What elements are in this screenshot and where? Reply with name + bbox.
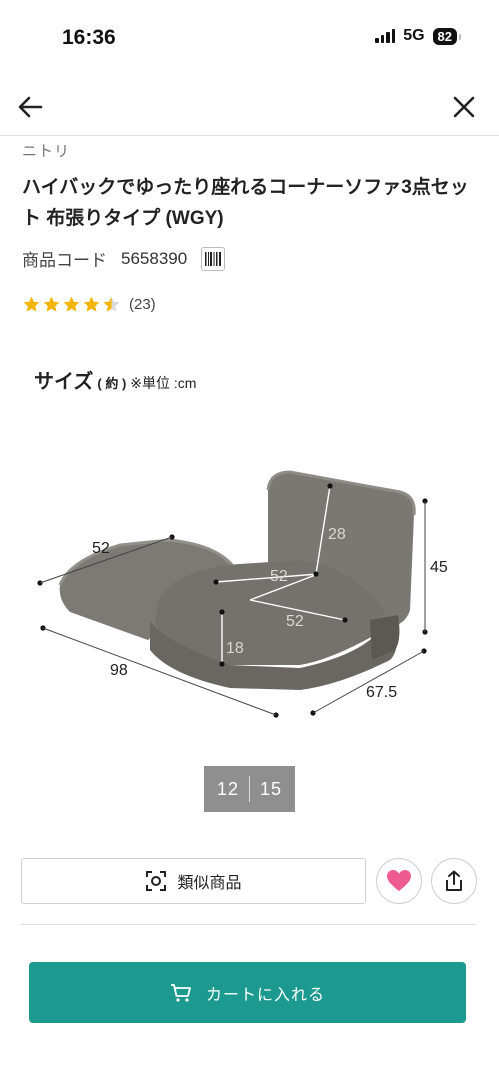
- back-button[interactable]: [14, 90, 48, 124]
- star-icon: [63, 296, 80, 312]
- similar-items-button[interactable]: 類似商品: [21, 858, 366, 904]
- cart-icon: [170, 983, 191, 1002]
- add-to-cart-button[interactable]: カートに入れる: [29, 962, 466, 1023]
- dim-left-depth: 52: [92, 540, 110, 557]
- dim-back-height: 28: [328, 526, 346, 543]
- dim-seat-width: 52: [270, 568, 288, 585]
- status-indicators: 5G 82: [375, 27, 462, 45]
- product-code-label: 商品コード: [22, 251, 107, 270]
- product-image[interactable]: 52 98 28 52 52 18 45 67.5: [0, 350, 499, 750]
- star-rating: [22, 295, 121, 314]
- network-label: 5G: [403, 27, 425, 44]
- dim-seat-height: 18: [226, 640, 244, 657]
- product-code-row: 商品コード 5658390: [22, 246, 226, 271]
- image-pager: 12 15: [204, 766, 295, 812]
- star-icon: [83, 296, 100, 312]
- share-icon: [446, 870, 462, 891]
- close-button[interactable]: [447, 90, 481, 124]
- status-bar: 16:36 5G 82: [0, 0, 499, 70]
- arrow-left-icon: [18, 96, 43, 118]
- battery-icon: 82: [432, 27, 462, 45]
- dim-total-height: 45: [430, 559, 448, 576]
- favorite-button[interactable]: [376, 858, 422, 904]
- status-time: 16:36: [62, 26, 116, 49]
- signal-icon: [375, 29, 396, 43]
- pager-current: 12: [216, 778, 239, 799]
- image-search-icon: [146, 871, 167, 891]
- half-star-icon: [103, 296, 120, 312]
- similar-items-label: 類似商品: [177, 875, 242, 892]
- product-code-value: 5658390: [121, 248, 188, 268]
- share-button[interactable]: [431, 858, 477, 904]
- dim-left-length: 98: [110, 662, 128, 679]
- barcode-icon: [205, 251, 222, 266]
- close-icon: [453, 96, 475, 118]
- heart-icon: [387, 870, 411, 891]
- dim-total-depth: 67.5: [366, 684, 397, 701]
- pager-total: 15: [260, 778, 283, 799]
- product-title: ハイバックでゆったり座れるコーナーソファ3点セット 布張りタイプ (WGY): [22, 177, 469, 229]
- brand-label[interactable]: ニトリ: [22, 140, 70, 161]
- star-icon: [23, 296, 40, 312]
- add-to-cart-label: カートに入れる: [205, 986, 325, 1004]
- nav-bar: [0, 78, 499, 136]
- section-divider: [21, 924, 477, 925]
- rating-row[interactable]: (23): [22, 295, 156, 314]
- barcode-button[interactable]: [201, 246, 226, 271]
- star-icon: [43, 296, 60, 312]
- dim-seat-depth: 52: [286, 613, 304, 630]
- pager-separator: [249, 776, 250, 802]
- review-count: (23): [129, 296, 156, 313]
